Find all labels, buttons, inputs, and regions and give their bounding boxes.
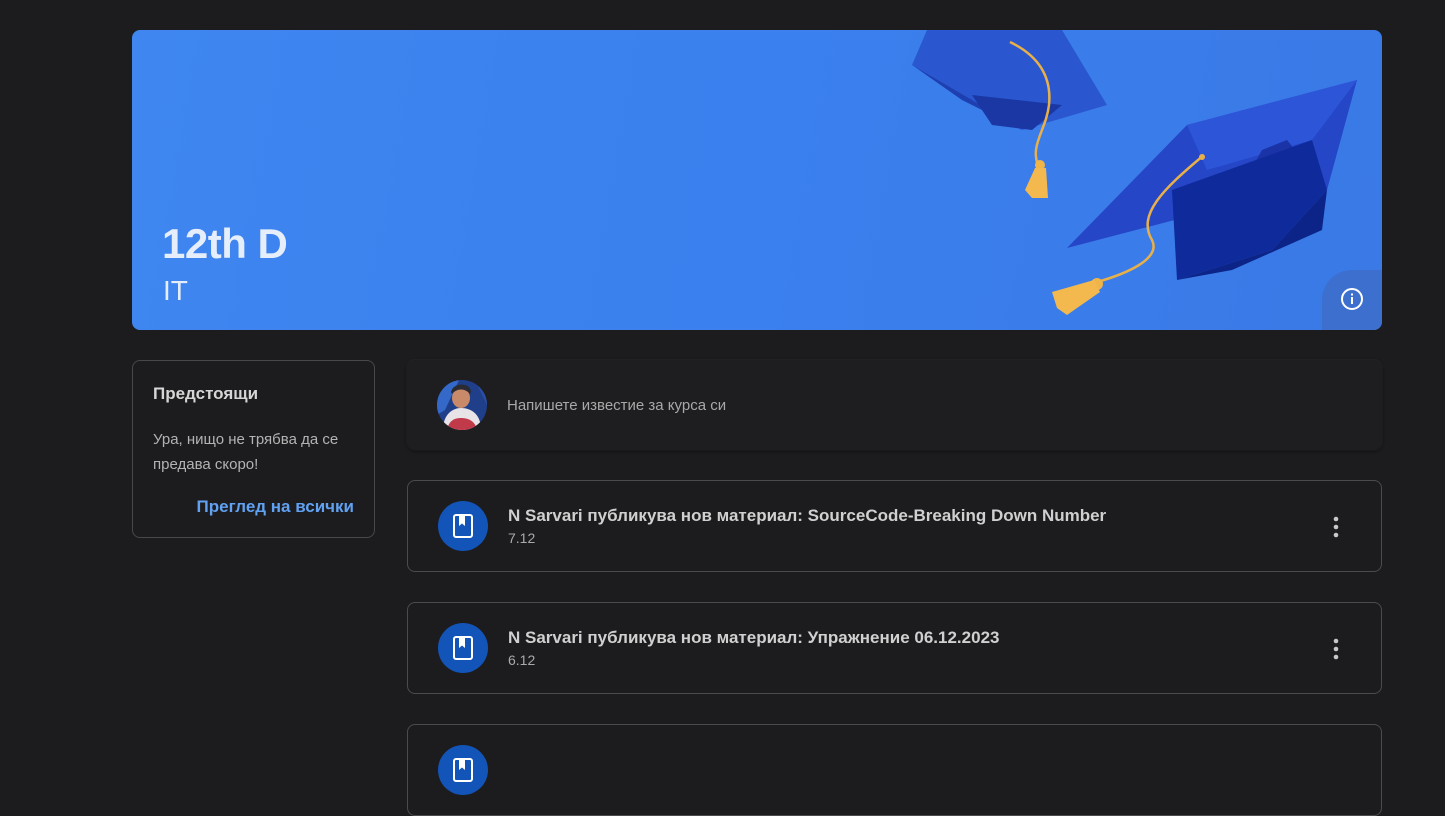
stream-post[interactable]: N Sarvari публикува нов материал: Упражн…: [407, 602, 1382, 694]
upcoming-message: Ура, нищо не трябва да се предава скоро!: [153, 431, 339, 473]
post-date: 6.12: [508, 652, 536, 668]
stream-post[interactable]: [407, 724, 1382, 816]
material-book-icon: [438, 501, 488, 551]
view-all-link[interactable]: Преглед на всички: [197, 497, 354, 517]
announcement-composer[interactable]: Напишете известие за курса си: [407, 360, 1382, 450]
post-title: N Sarvari публикува нов материал: Упражн…: [508, 628, 1000, 647]
stream-post[interactable]: N Sarvari публикува нов материал: Source…: [407, 480, 1382, 572]
info-icon: [1340, 287, 1364, 316]
more-vert-icon[interactable]: [1321, 633, 1351, 663]
material-book-icon: [438, 623, 488, 673]
class-info-button[interactable]: [1322, 270, 1382, 330]
upcoming-title: Предстоящи: [153, 384, 259, 403]
composer-placeholder: Напишете известие за курса си: [507, 397, 727, 414]
post-title: N Sarvari публикува нов материал: Source…: [508, 506, 1107, 525]
graduation-caps-illustration: [912, 30, 1357, 315]
class-banner: 12th D IT: [132, 30, 1382, 330]
upcoming-panel: Предстоящи Ура, нищо не трябва да се пре…: [132, 360, 375, 538]
class-title: 12th D: [162, 220, 288, 267]
class-subtitle: IT: [163, 275, 188, 306]
user-avatar: [437, 380, 487, 430]
more-vert-icon[interactable]: [1321, 511, 1351, 541]
post-date: 7.12: [508, 530, 536, 546]
